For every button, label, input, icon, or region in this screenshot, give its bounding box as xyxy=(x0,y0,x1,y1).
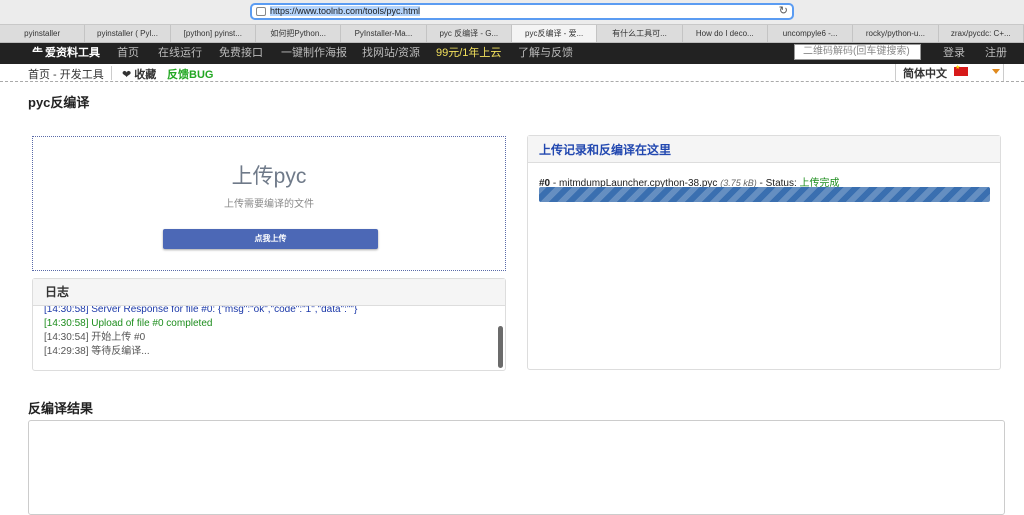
url-text: https://www.toolnb.com/tools/pyc.html xyxy=(270,6,421,16)
log-line: [14:30:58] Upload of file #0 completed xyxy=(44,318,213,329)
nav-free-api[interactable]: 免费接口 xyxy=(219,43,263,64)
language-select[interactable]: 简体中文 xyxy=(895,64,1004,81)
browser-tab[interactable]: How do I deco... xyxy=(683,25,768,42)
login-link[interactable]: 登录 xyxy=(943,43,965,64)
browser-tab[interactable]: pyc 反编译 - G... xyxy=(427,25,512,42)
browser-tab[interactable]: uncompyle6 -... xyxy=(768,25,854,42)
page-title: pyc反编译 xyxy=(28,95,90,110)
upload-progress-bar xyxy=(539,187,990,202)
browser-tab[interactable]: 有什么工具可... xyxy=(597,25,683,42)
upload-heading: 上传pyc xyxy=(231,165,307,188)
log-title: 日志 xyxy=(33,279,505,306)
log-panel: 日志 [14:30:58] Server Response for file #… xyxy=(32,278,506,371)
browser-tab[interactable]: PyInstaller-Ma... xyxy=(341,25,427,42)
divider xyxy=(111,66,112,80)
nav-resources[interactable]: 找网站/资源 xyxy=(362,43,420,64)
site-logo[interactable]: ⺧爱资料工具 xyxy=(32,43,100,64)
logo-text: 爱资料工具 xyxy=(45,47,100,59)
china-flag-icon xyxy=(954,64,968,76)
search-input[interactable]: 二维码解码(回车键搜索) xyxy=(794,44,921,60)
browser-tab[interactable]: pyinstaller xyxy=(0,25,86,42)
nav-poster[interactable]: 一键制作海报 xyxy=(281,43,347,64)
logo-mark: ⺧ xyxy=(32,47,43,59)
log-line: [14:29:38] 等待反编译... xyxy=(44,346,150,357)
browser-tab[interactable]: pyc反编译 - 爱... xyxy=(511,25,598,42)
result-title: 反编译结果 xyxy=(28,401,94,416)
log-line: [14:30:54] 开始上传 #0 xyxy=(44,332,146,343)
browser-tab[interactable]: 如何把Python... xyxy=(256,25,342,42)
upload-subtitle: 上传需要编译的文件 xyxy=(224,199,314,210)
chevron-down-icon xyxy=(992,69,1000,74)
reload-icon[interactable]: ↻ xyxy=(779,5,788,18)
favorite-button[interactable]: ❤ 收藏 xyxy=(122,66,156,82)
log-line: [14:30:58] Server Response for file #0: … xyxy=(44,306,358,315)
report-bug-link[interactable]: 反馈BUG xyxy=(167,66,213,82)
tab-strip: pyinstaller pyinstaller ( Pyl... [python] … xyxy=(0,24,1024,43)
result-textarea[interactable] xyxy=(28,420,1005,515)
records-panel: 上传记录和反编译在这里 #0 - mitmdumpLauncher.cpytho… xyxy=(527,135,1001,370)
browser-tab[interactable]: rocky/python-u... xyxy=(853,25,939,42)
sub-bar: 首页 - 开发工具 ❤ 收藏 反馈BUG 简体中文 xyxy=(0,64,1024,82)
nav-online-run[interactable]: 在线运行 xyxy=(158,43,202,64)
language-label: 简体中文 xyxy=(903,68,947,80)
browser-tab[interactable]: zrax/pycdc: C+... xyxy=(939,25,1024,42)
browser-tab[interactable]: [python] pyinst... xyxy=(171,25,256,42)
upload-dropzone[interactable]: 上传pyc 上传需要编译的文件 点我上传 xyxy=(32,136,506,271)
records-title: 上传记录和反编译在这里 xyxy=(528,136,1000,163)
breadcrumb[interactable]: 首页 - 开发工具 xyxy=(28,66,104,82)
log-scrollbar[interactable] xyxy=(498,326,503,368)
nav-feedback[interactable]: 了解与反馈 xyxy=(518,43,573,64)
progress-fill xyxy=(539,187,990,202)
upload-button[interactable]: 点我上传 xyxy=(163,229,378,249)
site-navbar: ⺧爱资料工具 首页 在线运行 免费接口 一键制作海报 找网站/资源 99元/1年… xyxy=(0,43,1024,64)
register-link[interactable]: 注册 xyxy=(985,43,1007,64)
log-body[interactable]: [14:30:58] Server Response for file #0: … xyxy=(33,306,505,370)
nav-home[interactable]: 首页 xyxy=(117,43,139,64)
browser-tab[interactable]: pyinstaller ( Pyl... xyxy=(85,25,171,42)
browser-toolbar: https://www.toolnb.com/tools/pyc.html ↻ xyxy=(0,0,1024,24)
nav-cloud-promo[interactable]: 99元/1年上云 xyxy=(436,43,501,64)
address-bar[interactable]: https://www.toolnb.com/tools/pyc.html ↻ xyxy=(250,3,794,20)
site-icon xyxy=(256,7,266,16)
